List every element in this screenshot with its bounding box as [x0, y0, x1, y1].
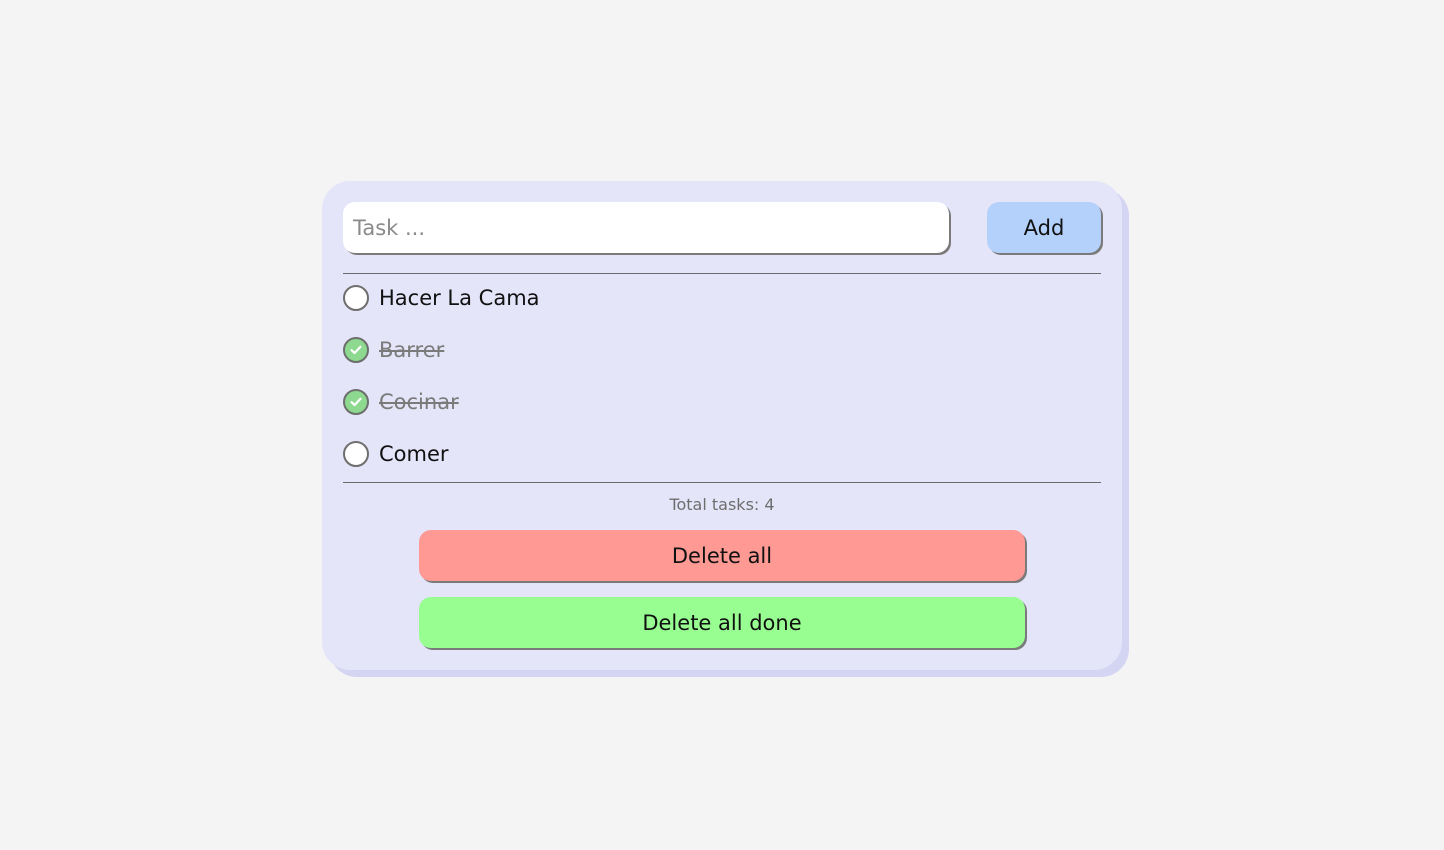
task-checkbox[interactable]: [343, 389, 369, 415]
task-list: Hacer La Cama Barrer Cocinar Comer: [343, 283, 1101, 491]
task-item: Cocinar: [343, 387, 1101, 439]
task-checkbox[interactable]: [343, 285, 369, 311]
delete-all-button[interactable]: Delete all: [419, 530, 1025, 581]
task-item: Comer: [343, 439, 1101, 491]
task-checkbox[interactable]: [343, 337, 369, 363]
checkmark-icon: [350, 345, 362, 355]
task-label: Hacer La Cama: [379, 286, 540, 310]
checkmark-icon: [350, 397, 362, 407]
todo-card: Add Hacer La Cama Barrer Cocinar Comer T…: [322, 181, 1122, 670]
divider-bottom: [343, 482, 1101, 483]
task-input[interactable]: [343, 202, 949, 253]
task-item: Barrer: [343, 335, 1101, 387]
task-label: Comer: [379, 442, 449, 466]
total-tasks-count: Total tasks: 4: [669, 495, 775, 514]
add-button[interactable]: Add: [987, 202, 1101, 253]
task-item: Hacer La Cama: [343, 283, 1101, 335]
task-label: Cocinar: [379, 390, 459, 414]
task-label: Barrer: [379, 338, 445, 362]
divider-top: [343, 273, 1101, 274]
task-checkbox[interactable]: [343, 441, 369, 467]
delete-all-done-button[interactable]: Delete all done: [419, 597, 1025, 648]
